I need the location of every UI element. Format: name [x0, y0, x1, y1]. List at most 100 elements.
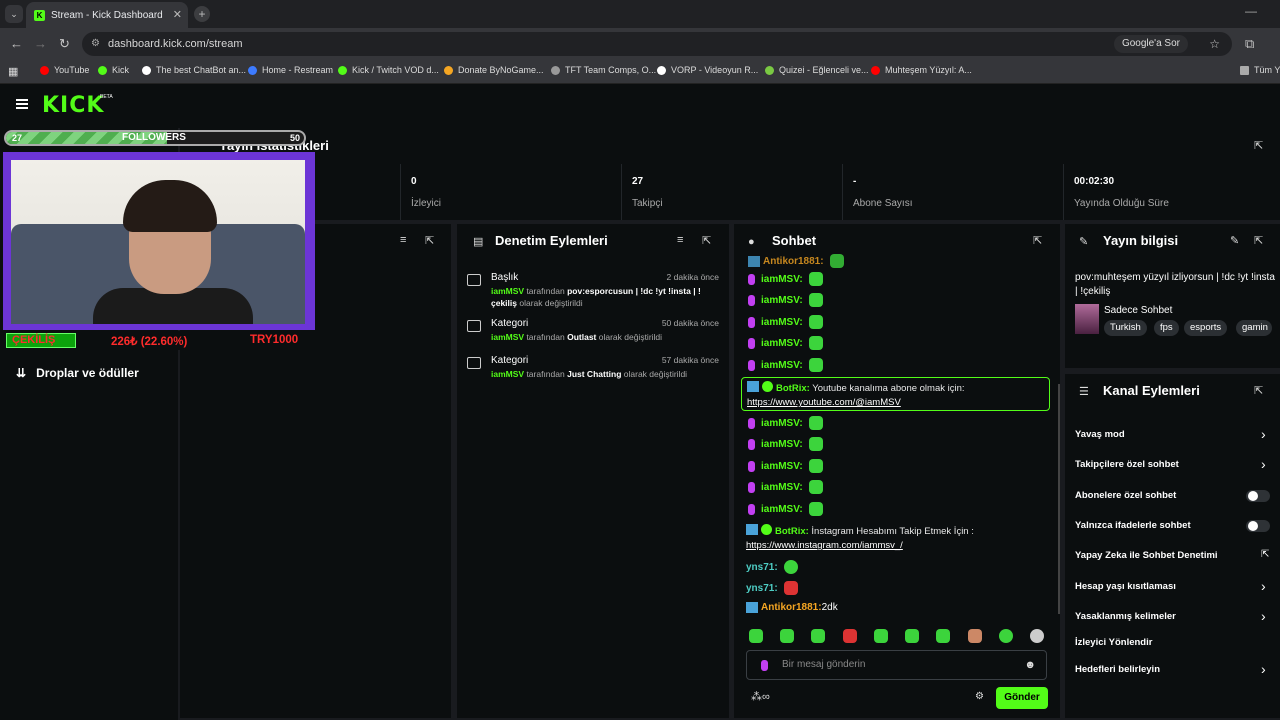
chevron-right-icon[interactable]: ›: [1261, 608, 1266, 624]
all-bookmarks[interactable]: Tüm Y: [1240, 65, 1280, 75]
chevron-right-icon[interactable]: ›: [1261, 578, 1266, 594]
bookmark-item[interactable]: Donate ByNoGame...: [444, 65, 544, 75]
apps-icon[interactable]: ▦: [8, 65, 18, 78]
mic-badge-icon: [748, 417, 755, 429]
bookmark-item[interactable]: VORP - Videoyun R...: [657, 65, 758, 75]
minimize-icon[interactable]: —: [1245, 4, 1257, 18]
bookmark-star-icon[interactable]: ☆: [1209, 32, 1220, 56]
emoji-icon[interactable]: ☻: [1024, 651, 1036, 679]
channel-action-item[interactable]: Takipçilere özel sohbet: [1075, 459, 1179, 470]
close-tab-icon[interactable]: ✕: [173, 8, 182, 21]
browser-nav-bar: ← → ↻ ⚙ dashboard.kick.com/stream Google…: [0, 28, 1280, 60]
emote-icon[interactable]: [874, 629, 888, 643]
stats-header: [180, 128, 1280, 164]
channel-action-item[interactable]: Yavaş mod: [1075, 429, 1125, 440]
channel-actions-title: Kanal Eylemleri: [1103, 383, 1200, 398]
settings-gear-icon[interactable]: ⚙: [975, 691, 984, 702]
popout-icon[interactable]: ⇱: [1033, 234, 1042, 247]
chat-message: iamMSV:: [748, 416, 823, 430]
site-info-icon[interactable]: ⚙: [91, 32, 100, 56]
toggle-switch[interactable]: [1246, 490, 1270, 502]
channel-action-item[interactable]: Hedefleri belirleyin: [1075, 664, 1160, 675]
chevron-right-icon[interactable]: ›: [1261, 661, 1266, 677]
giveaway-target: TRY1000: [250, 334, 299, 346]
send-button[interactable]: Gönder: [996, 687, 1048, 709]
channel-action-item[interactable]: Yapay Zeka ile Sohbet Denetimi: [1075, 550, 1218, 561]
category-icon: [467, 320, 481, 332]
chat-scrollbar[interactable]: [1058, 384, 1060, 614]
bookmark-item[interactable]: Quizei - Eğlenceli ve...: [765, 65, 869, 75]
bookmark-item[interactable]: Kick / Twitch VOD d...: [338, 65, 439, 75]
chat-input[interactable]: Bir mesaj gönderin ☻: [746, 650, 1047, 680]
emote-icon[interactable]: [905, 629, 919, 643]
bookmark-item[interactable]: Home - Restream: [248, 65, 333, 75]
chevron-right-icon[interactable]: ›: [1261, 456, 1266, 472]
emote-icon[interactable]: [811, 629, 825, 643]
bookmark-item[interactable]: TFT Team Comps, O...: [551, 65, 656, 75]
kick-logo[interactable]: KICK: [42, 93, 104, 118]
popout-icon[interactable]: ⇱: [1254, 139, 1263, 152]
extensions-icon[interactable]: ⧉: [1245, 36, 1254, 52]
bookmark-favicon-icon: [40, 65, 49, 75]
back-icon[interactable]: ←: [10, 36, 23, 51]
edit-icon[interactable]: ✎: [1230, 234, 1239, 247]
category-icon: [467, 357, 481, 369]
instagram-link[interactable]: https://www.instagram.com/iammsv_/: [746, 540, 903, 551]
tag-chip[interactable]: gamin: [1236, 320, 1272, 336]
bookmark-item[interactable]: Kick: [98, 65, 129, 75]
emote-icon: [808, 293, 823, 307]
tab-search-icon[interactable]: ⌄: [5, 5, 23, 23]
bookmark-favicon-icon: [248, 65, 257, 75]
filter-icon[interactable]: ≡: [677, 234, 683, 246]
emote-icon[interactable]: [999, 629, 1013, 643]
channel-action-item[interactable]: Yalnızca ifadelerle sohbet: [1075, 520, 1191, 531]
emote-icon: [808, 272, 823, 286]
popout-icon[interactable]: ⇱: [702, 234, 711, 247]
channel-action-item[interactable]: Yasaklanmış kelimeler: [1075, 611, 1176, 622]
mic-badge-icon: [748, 438, 755, 450]
popout-icon[interactable]: ⇱: [1254, 384, 1263, 397]
bookmark-item[interactable]: YouTube: [40, 65, 89, 75]
mic-badge-icon: [748, 481, 755, 493]
emote-icon[interactable]: [1030, 629, 1044, 643]
emote-icon[interactable]: [968, 629, 982, 643]
external-link-icon[interactable]: ⇱: [1261, 549, 1269, 560]
bookmark-item[interactable]: The best ChatBot an...: [142, 65, 246, 75]
user-edit-icon: [467, 274, 481, 286]
google-sor-button[interactable]: Google'a Sor: [1113, 35, 1188, 53]
browser-tab[interactable]: K Stream - Kick Dashboard ✕: [26, 2, 188, 28]
reload-icon[interactable]: ↻: [59, 36, 70, 52]
stats-row: 0 İzleyici 27 Takipçi - Abone Sayısı 00:02:…: [180, 164, 1280, 220]
toggle-switch[interactable]: [1246, 520, 1270, 532]
emote-icon[interactable]: [936, 629, 950, 643]
wrench-icon: ✎: [1079, 236, 1089, 248]
chat-message: iamMSV:: [748, 480, 823, 494]
tag-chip[interactable]: fps: [1154, 320, 1179, 336]
emote-icon[interactable]: [780, 629, 794, 643]
address-bar[interactable]: ⚙ dashboard.kick.com/stream Google'a Sor…: [82, 32, 1232, 56]
youtube-link[interactable]: https://www.youtube.com/@iamMSV: [747, 397, 901, 408]
chevron-right-icon[interactable]: ›: [1261, 426, 1266, 442]
emote-icon[interactable]: [749, 629, 763, 643]
tag-chip[interactable]: Turkish: [1104, 320, 1147, 336]
filter-icon[interactable]: ≡: [400, 234, 406, 246]
menu-icon[interactable]: [16, 99, 28, 109]
popout-icon[interactable]: ⇱: [1254, 234, 1263, 247]
forward-icon[interactable]: →: [34, 36, 47, 51]
channel-action-item[interactable]: İzleyici Yönlendir: [1075, 637, 1152, 648]
emote-icon[interactable]: [843, 629, 857, 643]
bookmark-item[interactable]: Muhteşem Yüzyıl: A...: [871, 65, 972, 75]
stream-title-text: pov:muhteşem yüzyıl izliyorsun | !dc !yt…: [1075, 272, 1275, 297]
sidebar-item-drops[interactable]: ⇊ Droplar ve ödüller: [16, 366, 139, 380]
bookmark-favicon-icon: [142, 65, 151, 75]
channel-action-item[interactable]: Hesap yaşı kısıtlaması: [1075, 581, 1176, 592]
emote-icon: [808, 358, 823, 372]
points-icon[interactable]: ⁂∞: [751, 690, 770, 703]
mic-badge-icon: [748, 460, 755, 472]
verified-icon: [761, 524, 772, 535]
mic-icon: [761, 660, 768, 671]
channel-action-item[interactable]: Abonelere özel sohbet: [1075, 490, 1176, 501]
new-tab-icon[interactable]: +: [194, 6, 210, 22]
popout-icon[interactable]: ⇱: [425, 234, 434, 247]
tag-chip[interactable]: esports: [1184, 320, 1228, 336]
